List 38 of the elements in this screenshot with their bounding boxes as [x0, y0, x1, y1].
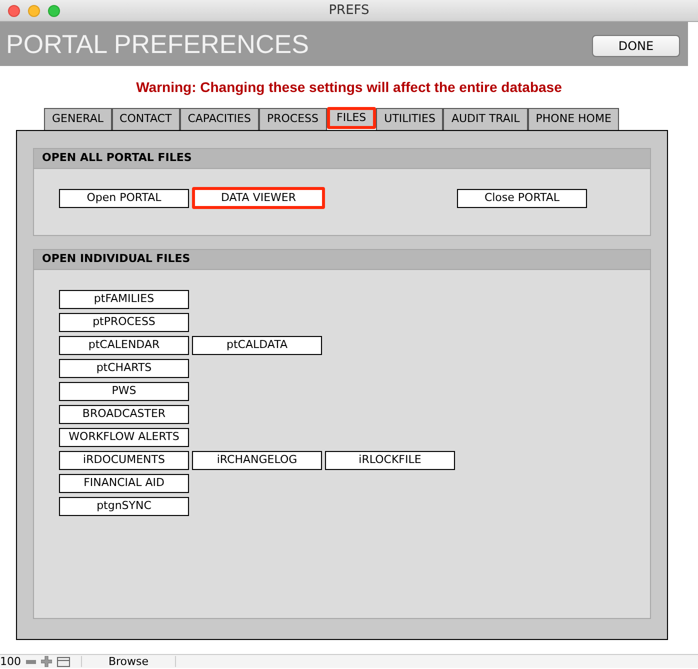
file-button[interactable]: FINANCIAL AID [59, 474, 189, 493]
file-button[interactable]: PWS [59, 382, 189, 401]
file-button[interactable]: ptgnSYNC [59, 497, 189, 516]
minimize-icon[interactable] [28, 4, 40, 16]
zoom-in-icon[interactable] [41, 656, 52, 667]
tab[interactable]: AUDIT TRAIL [443, 108, 528, 130]
zoom-level: 100 [0, 656, 22, 667]
section-title: OPEN ALL PORTAL FILES [42, 150, 192, 166]
file-button[interactable]: BROADCASTER [59, 405, 189, 424]
zoom-icon[interactable] [48, 4, 60, 16]
tab[interactable]: UTILITIES [376, 108, 444, 130]
file-button[interactable]: iRDOCUMENTS [59, 451, 189, 470]
section-title: OPEN INDIVIDUAL FILES [42, 251, 190, 268]
warning-message: Warning: Changing these settings will affect the entire database [136, 78, 562, 97]
file-button[interactable]: DATA VIEWER [192, 187, 325, 209]
file-button[interactable]: ptCALDATA [192, 336, 322, 355]
layout-icon[interactable] [57, 656, 70, 666]
tab[interactable]: FILES [326, 107, 376, 129]
file-button[interactable]: ptCHARTS [59, 359, 189, 378]
file-button[interactable]: ptCALENDAR [59, 336, 189, 355]
page-title: PORTAL PREFERENCES [6, 28, 309, 60]
file-button[interactable]: ptFAMILIES [59, 290, 189, 309]
mode-indicator: Browse [81, 656, 176, 667]
tab[interactable]: PHONE HOME [528, 108, 620, 130]
tab[interactable]: CONTACT [112, 108, 180, 130]
file-button[interactable]: iRLOCKFILE [325, 451, 455, 470]
tab[interactable]: CAPACITIES [180, 108, 259, 130]
file-button[interactable]: Close PORTAL [457, 189, 587, 208]
file-button[interactable]: iRCHANGELOG [192, 451, 322, 470]
zoom-out-icon[interactable] [26, 660, 36, 664]
close-icon[interactable] [8, 4, 20, 16]
done-button[interactable]: DONE [592, 35, 680, 57]
file-button[interactable]: WORKFLOW ALERTS [59, 428, 189, 447]
tab[interactable]: PROCESS [258, 108, 327, 130]
tab[interactable]: GENERAL [44, 108, 112, 130]
file-button[interactable]: ptPROCESS [59, 313, 189, 332]
file-button[interactable]: Open PORTAL [59, 189, 189, 208]
window-title: PREFS [328, 2, 370, 20]
